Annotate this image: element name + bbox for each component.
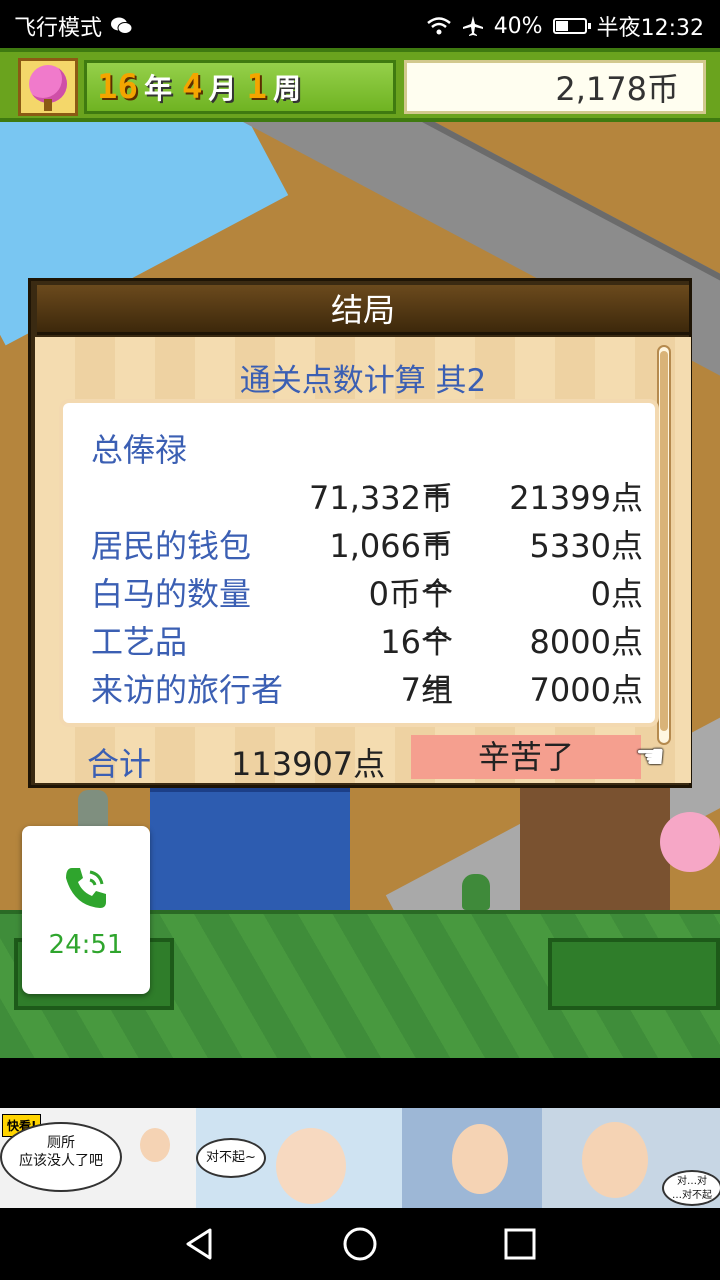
dialog-title: 结局 [37, 285, 689, 335]
wifi-icon [426, 17, 451, 35]
battery-fill [555, 21, 568, 31]
row-equals: = [423, 473, 450, 511]
call-duration: 24:51 [48, 930, 124, 960]
thanks-button[interactable]: 辛苦了 [411, 735, 641, 779]
score-row: 白马的数量 0币个 = 0点 [63, 569, 663, 615]
score-row: 工艺品 16个 = 8000点 [63, 617, 663, 663]
score-row: 来访的旅行者 7组 = 7000点 [63, 665, 663, 711]
total-row: 合计 113907点 辛苦了 ☚ [35, 735, 691, 783]
row-equals: = [423, 521, 450, 559]
status-bar: 飞行模式 40% 半夜12:32 [0, 0, 720, 48]
month-unit: 月 [208, 72, 237, 105]
row-points: 7000点 [529, 671, 643, 709]
castle-building[interactable] [150, 772, 350, 910]
row-points: 21399点 [509, 479, 643, 517]
bubble-line: 对…对 [677, 1176, 707, 1187]
bubble-line: …对不起 [672, 1190, 712, 1201]
airplane-mode-text: 飞行模式 [14, 16, 103, 41]
character-face [452, 1124, 508, 1194]
battery-icon [552, 18, 591, 34]
row-equals: = [423, 569, 450, 607]
back-icon[interactable] [180, 1224, 220, 1264]
game-header: 16 年 4 月 1 周 2,178币 [0, 48, 720, 122]
airplane-icon [462, 16, 483, 36]
home-icon[interactable] [340, 1224, 380, 1264]
speech-bubble: 对不起~ [196, 1138, 266, 1178]
score-row: 71,332币 = 21399点 [63, 473, 663, 519]
speech-bubble: 厕所 应该没人了吧 [0, 1122, 122, 1192]
row-equals: = [423, 617, 450, 655]
sakura-tree [660, 812, 720, 872]
character-face [140, 1128, 170, 1162]
score-row: 居民的钱包 1,066币 = 5330点 [63, 521, 663, 567]
ending-dialog: 结局 通关点数计算 其2 总俸禄 71,332币 = 21399点 居民的钱包 … [28, 278, 692, 788]
dialog-body: 通关点数计算 其2 总俸禄 71,332币 = 21399点 居民的钱包 1,0… [35, 337, 691, 783]
character-face [582, 1122, 648, 1198]
status-right: 40% 半夜12:32 [426, 10, 704, 42]
dialog-subtitle: 通关点数计算 其2 [239, 363, 487, 399]
row-label: 来访的旅行者 [91, 671, 284, 709]
score-row: 总俸禄 [63, 425, 663, 471]
pointing-hand-icon: ☚ [635, 737, 666, 777]
year-unit: 年 [143, 72, 172, 105]
system-nav-bar [0, 1208, 720, 1280]
row-points: 5330点 [529, 527, 643, 565]
call-floating-window[interactable]: 24:51 [22, 826, 150, 994]
year-number: 16 [97, 67, 138, 107]
sakura-tree-trunk [44, 99, 52, 111]
ad-panel-3 [402, 1108, 542, 1208]
row-label: 工艺品 [91, 623, 188, 661]
total-label: 合计 [87, 745, 152, 783]
comic-ad-banner[interactable]: 快看! 厕所 应该没人了吧 对不起~ 对…对 …对不起 [0, 1108, 720, 1208]
phone-icon [66, 868, 106, 908]
battery-percent: 40% [493, 13, 543, 39]
season-tree-icon[interactable] [18, 58, 78, 116]
recent-apps-icon[interactable] [500, 1224, 540, 1264]
month-number: 4 [181, 67, 203, 107]
bubble-line: 应该没人了吧 [19, 1153, 103, 1169]
row-label: 总俸禄 [91, 431, 188, 469]
character-face [276, 1128, 346, 1204]
game-date: 16 年 4 月 1 周 [84, 60, 396, 114]
speech-bubble: 对…对 …对不起 [662, 1170, 720, 1206]
row-label: 居民的钱包 [91, 527, 252, 565]
week-unit: 周 [272, 72, 301, 105]
row-label: 白马的数量 [91, 575, 252, 613]
villager-sprite [462, 874, 490, 910]
status-left: 飞行模式 [14, 10, 134, 42]
row-points: 0点 [590, 575, 643, 613]
clock: 半夜12:32 [596, 16, 704, 41]
shop-buildings[interactable] [520, 782, 670, 910]
total-value: 113907点 [231, 745, 386, 783]
score-table: 总俸禄 71,332币 = 21399点 居民的钱包 1,066币 = 5330… [59, 399, 659, 727]
bubble-line: 厕所 [47, 1135, 75, 1151]
wechat-icon [111, 17, 133, 34]
week-number: 1 [246, 67, 267, 107]
sakura-tree-crown [29, 65, 67, 103]
row-points: 8000点 [529, 623, 643, 661]
spacer [0, 1058, 720, 1108]
row-equals: = [423, 665, 450, 703]
coin-balance: 2,178币 [404, 60, 706, 114]
menu-slot-right[interactable] [548, 938, 720, 1010]
